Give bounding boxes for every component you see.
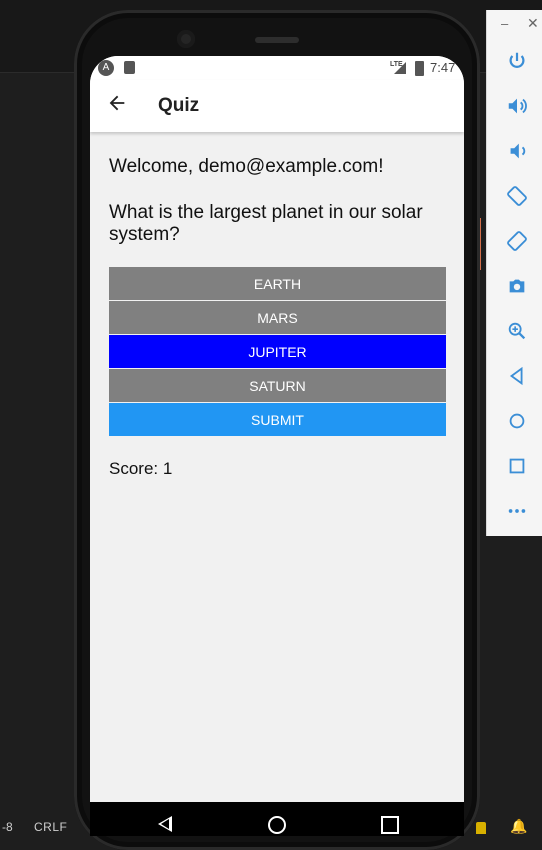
battery-icon [415, 61, 424, 76]
status-time: 7:47 [430, 60, 456, 75]
back-icon[interactable] [506, 365, 528, 387]
camera-icon[interactable] [506, 275, 528, 297]
option-saturn-button[interactable]: SATURN [109, 369, 446, 402]
page-title: Quiz [158, 95, 200, 116]
android-nav-bar [90, 802, 464, 836]
android-status-bar: A LTE 7:47 [90, 56, 464, 80]
phone-screen: A LTE 7:47 Quiz Welcome, demo@example.co… [90, 56, 464, 836]
app-notification-icon: A [98, 60, 114, 76]
overview-icon[interactable] [506, 455, 528, 477]
option-mars-button[interactable]: MARS [109, 301, 446, 334]
power-icon[interactable] [506, 50, 528, 72]
nav-recent-icon[interactable] [381, 816, 399, 834]
line-ending-status[interactable]: CRLF [34, 820, 67, 834]
volume-up-icon[interactable] [506, 95, 528, 117]
submit-button[interactable]: SUBMIT [109, 403, 446, 436]
nav-home-icon[interactable] [268, 816, 286, 834]
bell-icon[interactable]: 🔔 [510, 818, 527, 834]
rotate-left-icon[interactable] [506, 185, 528, 207]
signal-icon [394, 62, 406, 74]
minimize-icon[interactable]: – [501, 16, 508, 31]
home-icon[interactable] [506, 410, 528, 432]
quiz-content: Welcome, demo@example.com! What is the l… [109, 156, 446, 479]
answer-options: EARTH MARS JUPITER SATURN SUBMIT [109, 267, 446, 436]
app-bar: Quiz [90, 80, 464, 132]
earpiece-speaker [255, 37, 299, 43]
encoding-status[interactable]: -8 [2, 820, 13, 834]
front-camera [177, 30, 195, 48]
more-icon[interactable] [506, 500, 528, 522]
notification-indicator [476, 822, 486, 834]
emulator-toolbar: – ✕ [486, 10, 542, 536]
nav-back-icon-inner [161, 819, 169, 829]
close-icon[interactable]: ✕ [527, 15, 539, 32]
option-earth-button[interactable]: EARTH [109, 267, 446, 300]
rotate-right-icon[interactable] [506, 230, 528, 252]
option-jupiter-button[interactable]: JUPITER [109, 335, 446, 368]
volume-down-icon[interactable] [506, 140, 528, 162]
score-text: Score: 1 [109, 459, 173, 478]
welcome-text: Welcome, demo@example.com! [109, 156, 384, 177]
zoom-icon[interactable] [506, 320, 528, 342]
question-text: What is the largest planet in our solar … [109, 202, 423, 245]
sd-card-icon [124, 61, 135, 74]
arrow-back-icon[interactable] [106, 92, 128, 114]
